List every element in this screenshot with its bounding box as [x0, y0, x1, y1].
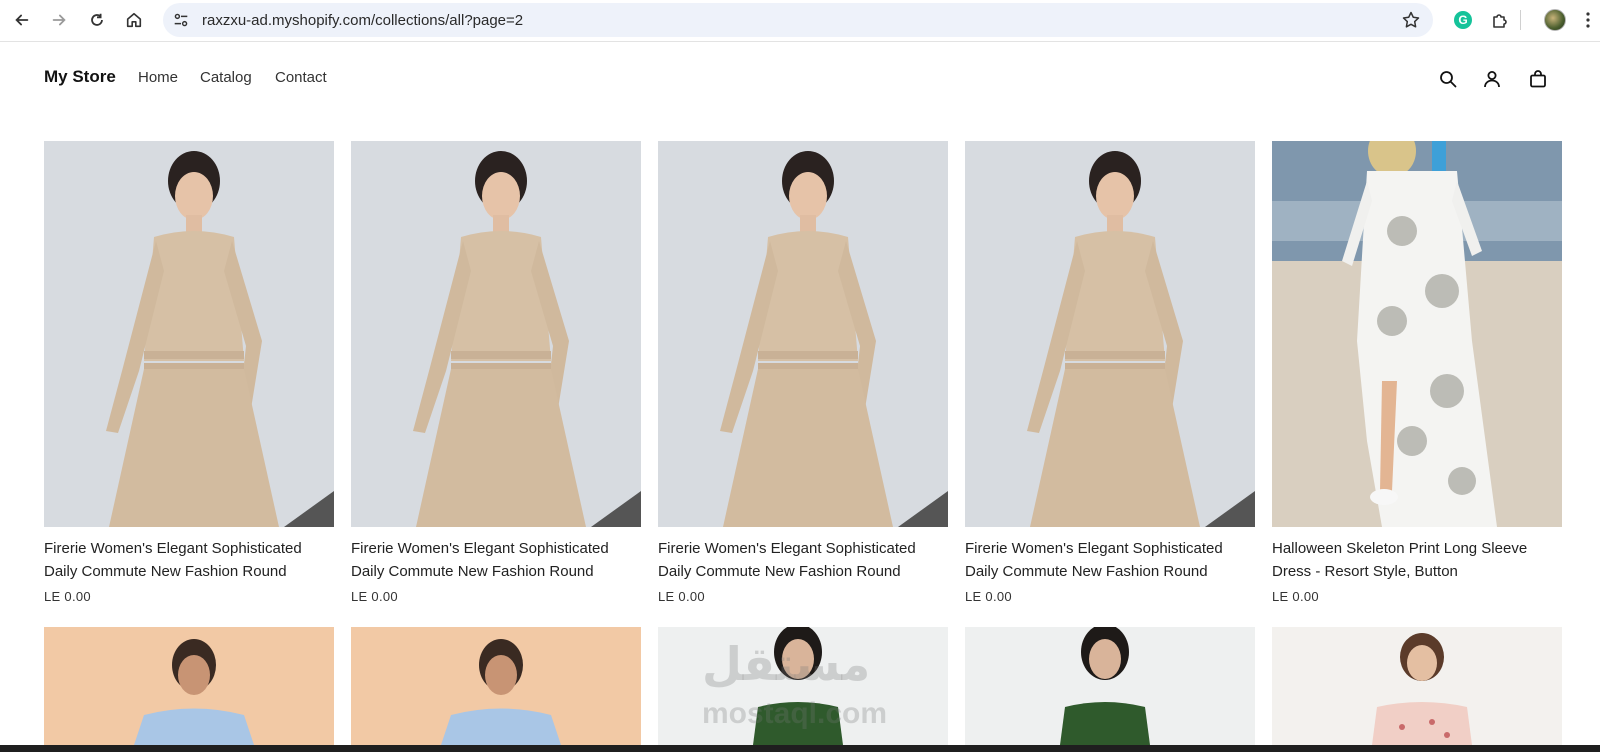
- product-image-beige-dress[interactable]: [351, 141, 641, 527]
- product-price: LE 0.00: [351, 589, 398, 604]
- product-card[interactable]: Firerie Women's Elegant Sophisticated Da…: [965, 141, 1255, 604]
- back-arrow-icon[interactable]: [9, 7, 35, 33]
- product-image-light-blue-floral-top[interactable]: [351, 627, 641, 745]
- product-card[interactable]: [1272, 627, 1562, 745]
- nav-home[interactable]: Home: [138, 69, 178, 86]
- address-bar[interactable]: raxzxu-ad.myshopify.com/collections/all?…: [163, 3, 1433, 37]
- bookmark-star-icon[interactable]: [1401, 10, 1421, 30]
- cart-icon[interactable]: [1523, 64, 1553, 94]
- product-image-green-cami-dress[interactable]: [965, 627, 1255, 745]
- search-icon[interactable]: [1433, 64, 1463, 94]
- product-image-green-cami-dress[interactable]: مستقل mostaql.com: [658, 627, 948, 745]
- nav-catalog[interactable]: Catalog: [200, 69, 252, 86]
- toolbar-divider: [1520, 10, 1521, 30]
- product-card[interactable]: [44, 627, 334, 745]
- product-price: LE 0.00: [965, 589, 1012, 604]
- product-image-beige-dress[interactable]: [44, 141, 334, 527]
- forward-arrow-icon[interactable]: [46, 7, 72, 33]
- site-settings-icon[interactable]: [171, 10, 191, 30]
- watermark-latin: mostaql.com: [702, 697, 888, 730]
- product-card[interactable]: Firerie Women's Elegant Sophisticated Da…: [658, 141, 948, 604]
- product-image-pink-floral-dress[interactable]: [1272, 627, 1562, 745]
- product-title[interactable]: Firerie Women's Elegant Sophisticated Da…: [658, 537, 948, 583]
- product-card[interactable]: Halloween Skeleton Print Long Sleeve Dre…: [1272, 141, 1562, 604]
- product-card[interactable]: [351, 627, 641, 745]
- watermark-arabic: مستقل: [702, 637, 871, 691]
- product-image-skull-print-dress[interactable]: [1272, 141, 1562, 527]
- product-title[interactable]: Firerie Women's Elegant Sophisticated Da…: [351, 537, 641, 583]
- product-card[interactable]: Firerie Women's Elegant Sophisticated Da…: [351, 141, 641, 604]
- profile-avatar[interactable]: [1543, 8, 1567, 32]
- product-card[interactable]: Firerie Women's Elegant Sophisticated Da…: [44, 141, 334, 604]
- browser-toolbar: raxzxu-ad.myshopify.com/collections/all?…: [0, 0, 1600, 42]
- url-text[interactable]: raxzxu-ad.myshopify.com/collections/all?…: [202, 12, 523, 29]
- store-logo[interactable]: My Store: [44, 67, 116, 87]
- bottom-edge: [0, 745, 1600, 752]
- product-card[interactable]: [965, 627, 1255, 745]
- more-menu-icon[interactable]: [1576, 8, 1600, 32]
- product-card[interactable]: مستقل mostaql.com: [658, 627, 948, 745]
- grammarly-icon[interactable]: G: [1451, 8, 1475, 32]
- extensions-puzzle-icon[interactable]: [1488, 8, 1512, 32]
- product-title[interactable]: Firerie Women's Elegant Sophisticated Da…: [965, 537, 1255, 583]
- product-image-beige-dress[interactable]: [965, 141, 1255, 527]
- product-title[interactable]: Halloween Skeleton Print Long Sleeve Dre…: [1272, 537, 1562, 583]
- product-price: LE 0.00: [1272, 589, 1319, 604]
- account-icon[interactable]: [1477, 64, 1507, 94]
- product-price: LE 0.00: [658, 589, 705, 604]
- product-title[interactable]: Firerie Women's Elegant Sophisticated Da…: [44, 537, 334, 583]
- nav-contact[interactable]: Contact: [275, 69, 327, 86]
- product-image-beige-dress[interactable]: [658, 141, 948, 527]
- product-price: LE 0.00: [44, 589, 91, 604]
- profile-avatar-image: [1544, 9, 1566, 31]
- home-icon[interactable]: [121, 7, 147, 33]
- store-header: My Store Home Catalog Contact: [0, 42, 1600, 116]
- grammarly-letter: G: [1454, 11, 1472, 29]
- product-image-light-blue-floral-top[interactable]: [44, 627, 334, 745]
- reload-icon[interactable]: [84, 7, 110, 33]
